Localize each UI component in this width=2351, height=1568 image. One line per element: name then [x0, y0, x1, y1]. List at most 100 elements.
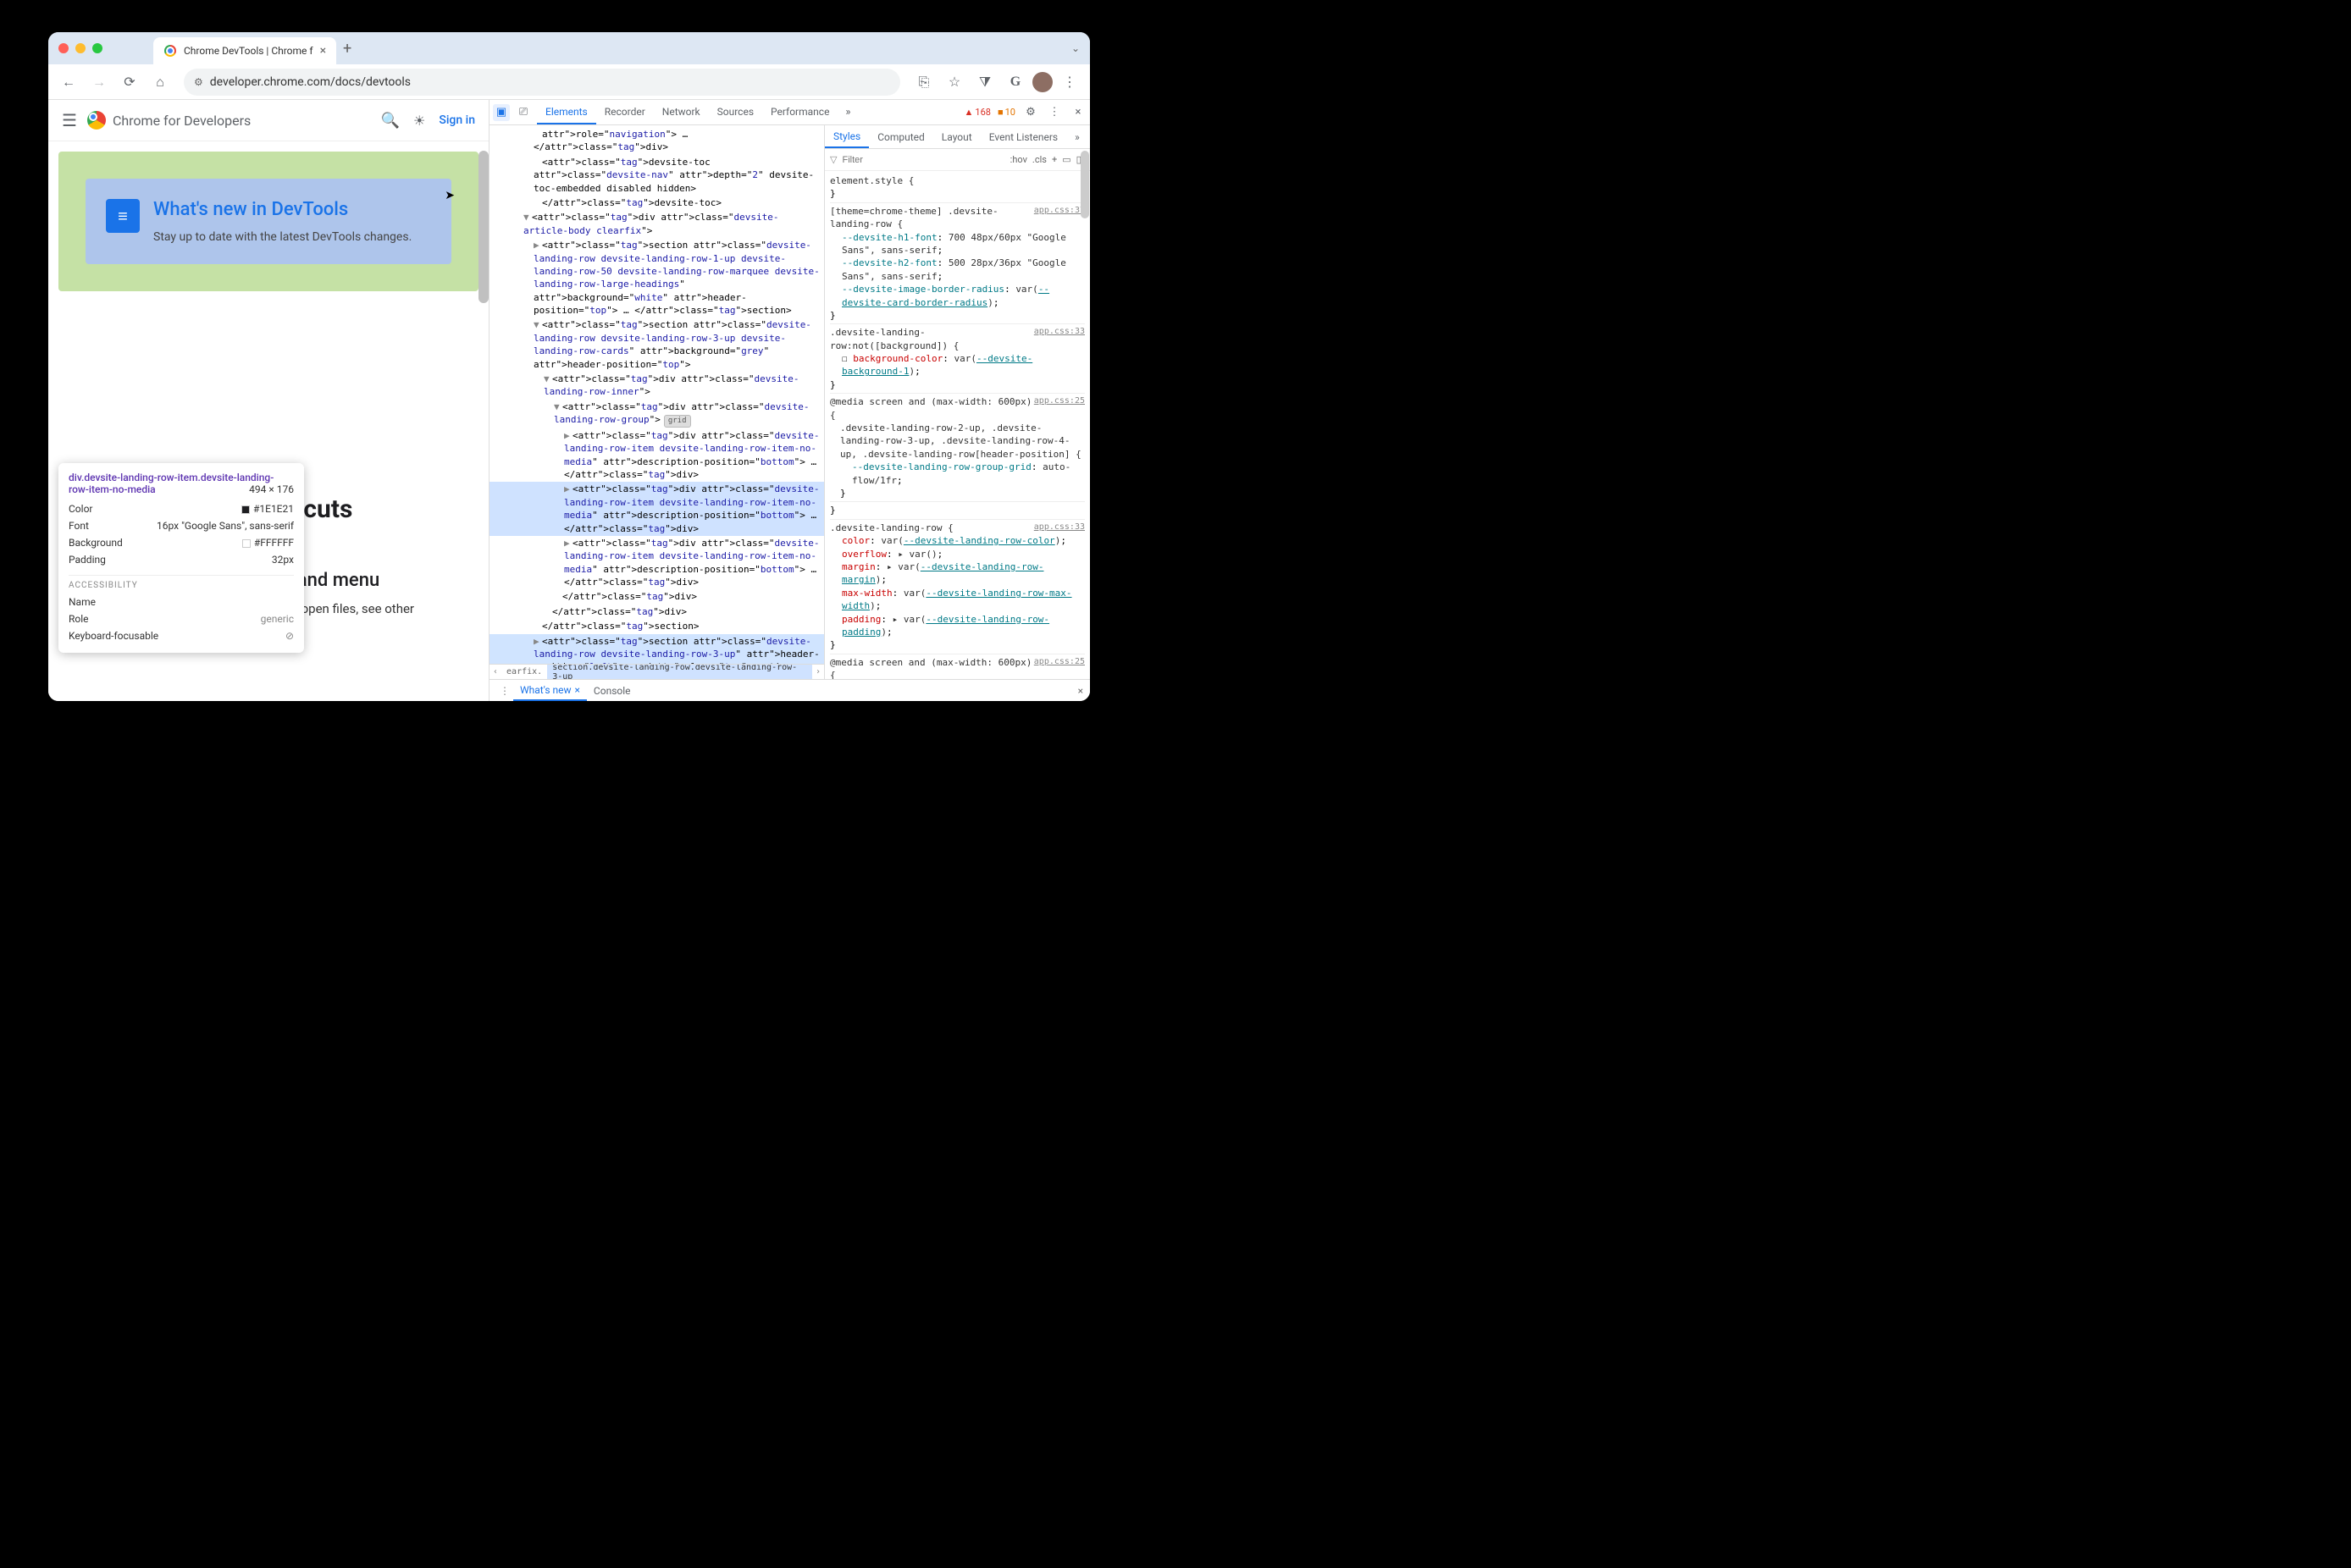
dom-node[interactable]: attr">role="navigation"> … </attr">class… [490, 127, 824, 155]
devtools-body: attr">role="navigation"> … </attr">class… [490, 125, 1090, 679]
styles-tab-layout[interactable]: Layout [933, 127, 981, 147]
signin-link[interactable]: Sign in [439, 113, 475, 127]
css-rule[interactable]: element.style { [830, 174, 1085, 187]
css-property[interactable]: padding: ▸ var(--devsite-landing-row-pad… [830, 613, 1085, 639]
warnings-badge[interactable]: ■ 10 [998, 107, 1015, 118]
close-devtools-icon[interactable]: × [1070, 104, 1087, 121]
theme-toggle-icon[interactable]: ☀ [413, 113, 425, 129]
site-brand[interactable]: Chrome for Developers [87, 111, 251, 130]
home-button[interactable]: ⌂ [147, 69, 174, 96]
css-rule[interactable]: app.css:25@media screen and (max-width: … [830, 395, 1085, 422]
cls-toggle[interactable]: .cls [1032, 154, 1047, 165]
settings-icon[interactable]: ⚙ [1022, 104, 1039, 121]
styles-tab-styles[interactable]: Styles [825, 126, 869, 148]
errors-badge[interactable]: ▲ 168 [965, 107, 991, 118]
favicon-icon [163, 44, 177, 58]
hamburger-icon[interactable]: ☰ [62, 110, 77, 130]
dom-node[interactable]: ▶<attr">class="tag">section attr">class=… [490, 238, 824, 317]
content-area: ☰ Chrome for Developers 🔍 ☀ Sign in ≡ W [48, 100, 1090, 701]
tooltip-row: Font16px "Google Sans", sans-serif [69, 517, 294, 534]
minimize-window-button[interactable] [75, 43, 86, 53]
devtools-tab-network[interactable]: Network [654, 101, 709, 124]
dom-node[interactable]: ▶<attr">class="tag">div attr">class="dev… [490, 428, 824, 483]
devtools-menu-icon[interactable]: ⋮ [1046, 104, 1063, 121]
page-scrollbar[interactable] [478, 151, 489, 303]
dom-breadcrumb[interactable]: ‹ earfix. section.devsite-landing-row.de… [490, 664, 824, 679]
breadcrumb-item-active[interactable]: section.devsite-landing-row.devsite-land… [547, 664, 812, 679]
devtools-tab-sources[interactable]: Sources [709, 101, 762, 124]
css-property[interactable]: --devsite-landing-row-group-grid: auto-f… [830, 461, 1085, 487]
dom-node[interactable]: ▶<attr">class="tag">div attr">class="dev… [490, 536, 824, 590]
close-tab-icon[interactable]: × [320, 44, 326, 58]
css-property[interactable]: --devsite-image-border-radius: var(--dev… [830, 283, 1085, 309]
extensions-icon[interactable]: ⧩ [971, 69, 998, 96]
close-drawer-icon[interactable]: × [1078, 685, 1083, 697]
hov-toggle[interactable]: :hov [1010, 154, 1027, 165]
inspect-element-icon[interactable]: ▣ [493, 104, 510, 121]
css-rules[interactable]: element.style {}app.css:37[theme=chrome-… [825, 171, 1090, 679]
tabs-dropdown-icon[interactable]: ⌄ [1071, 42, 1080, 54]
dom-node[interactable]: </attr">class="tag">div> [490, 589, 824, 604]
dom-node[interactable]: ▼<attr">class="tag">section attr">class=… [490, 317, 824, 372]
browser-menu-icon[interactable]: ⋮ [1056, 69, 1083, 96]
new-style-rule-icon[interactable]: + [1052, 154, 1057, 165]
url-bar[interactable]: ⚙ developer.chrome.com/docs/devtools [184, 69, 900, 96]
styles-filter-input[interactable] [842, 155, 1004, 165]
breadcrumb-scroll-right-icon[interactable]: › [812, 667, 824, 676]
styles-scrollbar[interactable] [1081, 151, 1089, 218]
dom-node[interactable]: </attr">class="tag">div> [490, 605, 824, 619]
dom-node[interactable]: ▼<attr">class="tag">div attr">class="dev… [490, 400, 824, 428]
css-rule[interactable]: app.css:33.devsite-landing-row:not([back… [830, 326, 1085, 352]
new-tab-button[interactable]: + [343, 40, 351, 58]
site-settings-icon[interactable]: ⚙ [194, 76, 203, 88]
devtools-panel: ▣ ⎚ ElementsRecorderNetworkSourcesPerfor… [489, 100, 1090, 701]
card-text: What's new in DevTools Stay up to date w… [153, 199, 412, 244]
css-property[interactable]: --devsite-h2-font: 500 28px/36px "Google… [830, 257, 1085, 283]
google-icon[interactable]: G [1002, 69, 1029, 96]
devtools-tab-elements[interactable]: Elements [537, 101, 596, 124]
css-rule[interactable]: .devsite-landing-row-2-up, .devsite-land… [830, 422, 1085, 461]
computed-styles-icon[interactable]: ▭ [1062, 154, 1070, 165]
css-rule[interactable]: app.css:33.devsite-landing-row { [830, 522, 1085, 534]
install-app-icon[interactable]: ⎘ [910, 69, 938, 96]
drawer-tab-whats-new[interactable]: What's new× [513, 681, 587, 701]
dom-node[interactable]: ▼<attr">class="tag">div attr">class="dev… [490, 372, 824, 400]
css-property[interactable]: margin: ▸ var(--devsite-landing-row-marg… [830, 560, 1085, 587]
breadcrumb-scroll-left-icon[interactable]: ‹ [490, 667, 501, 676]
css-property[interactable]: ☐ background-color: var(--devsite-backgr… [830, 352, 1085, 378]
devtools-tab-recorder[interactable]: Recorder [596, 101, 654, 124]
styles-tab-event-listeners[interactable]: Event Listeners [981, 127, 1066, 147]
styles-tab-computed[interactable]: Computed [869, 127, 933, 147]
breadcrumb-item[interactable]: earfix. [501, 667, 547, 676]
profile-avatar[interactable] [1032, 72, 1053, 92]
dom-node[interactable]: ▼<attr">class="tag">div attr">class="dev… [490, 210, 824, 238]
css-property[interactable]: color: var(--devsite-landing-row-color); [830, 534, 1085, 547]
drawer-tab-console[interactable]: Console [587, 682, 638, 700]
css-property[interactable]: --devsite-h1-font: 700 48px/60px "Google… [830, 231, 1085, 257]
search-icon[interactable]: 🔍 [381, 112, 400, 130]
browser-tab[interactable]: Chrome DevTools | Chrome f × [153, 37, 336, 64]
bookmark-icon[interactable]: ☆ [941, 69, 968, 96]
dom-node[interactable]: </attr">class="tag">section> [490, 619, 824, 633]
dom-tree[interactable]: attr">role="navigation"> … </attr">class… [490, 125, 824, 664]
featured-card[interactable]: ≡ What's new in DevTools Stay up to date… [86, 179, 451, 264]
drawer-menu-icon[interactable]: ⋮ [496, 685, 513, 697]
more-styles-tabs-icon[interactable]: » [1066, 127, 1088, 147]
reload-button[interactable]: ⟳ [116, 69, 143, 96]
css-property[interactable]: max-width: var(--devsite-landing-row-max… [830, 587, 1085, 613]
css-property[interactable]: overflow: ▸ var(); [830, 548, 1085, 560]
more-tabs-icon[interactable]: » [839, 104, 856, 121]
dom-node-close[interactable]: </attr">class="tag">devsite-toc> [490, 196, 824, 210]
close-window-button[interactable] [58, 43, 69, 53]
dom-node[interactable]: ▶<attr">class="tag">div attr">class="dev… [490, 482, 824, 536]
dom-node[interactable]: ▶<attr">class="tag">section attr">class=… [490, 634, 824, 665]
css-rule[interactable]: app.css:25@media screen and (max-width: … [830, 656, 1085, 679]
back-button[interactable]: ← [55, 69, 82, 96]
document-icon: ≡ [106, 199, 140, 233]
devtools-tab-performance[interactable]: Performance [762, 101, 838, 124]
forward-button[interactable]: → [86, 69, 113, 96]
maximize-window-button[interactable] [92, 43, 102, 53]
css-rule[interactable]: app.css:37[theme=chrome-theme] .devsite-… [830, 205, 1085, 231]
dom-node[interactable]: <attr">class="tag">devsite-toc attr">cla… [490, 155, 824, 196]
device-toolbar-icon[interactable]: ⎚ [515, 104, 532, 121]
